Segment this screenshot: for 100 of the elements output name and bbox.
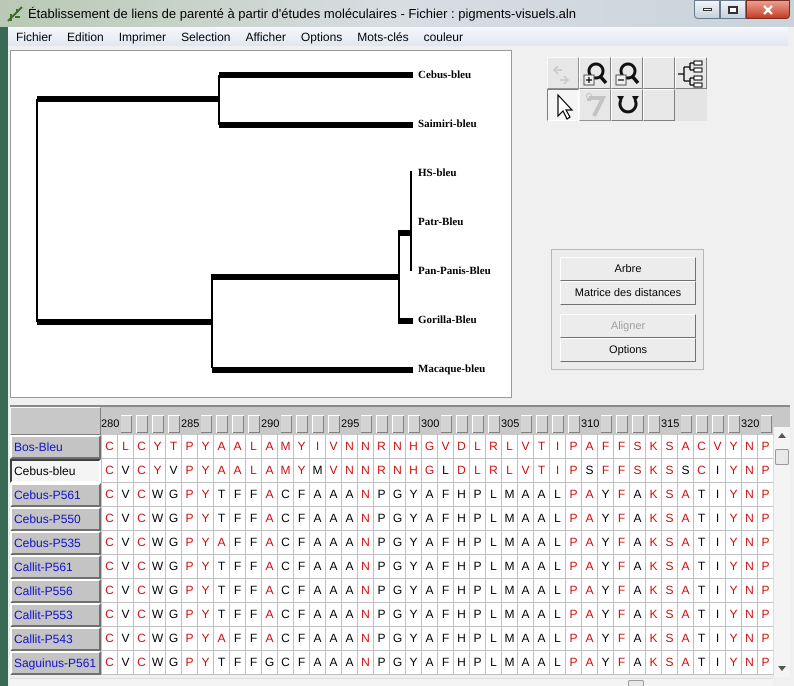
sequence-name[interactable]: Callit-P561 (10, 555, 101, 579)
residue-cell: P (565, 627, 581, 651)
vertical-scrollbar[interactable] (773, 427, 790, 677)
tree-leaf-label: Saimiri-bleu (418, 117, 477, 131)
residue-cell: L (485, 603, 501, 627)
residue-cell: Y (197, 603, 213, 627)
residue-cell: L (469, 435, 485, 459)
menu-item[interactable]: Selection (181, 28, 230, 46)
sequence-name[interactable]: Cebus-P561 (10, 483, 101, 507)
residue-cell: S (677, 459, 693, 483)
menu-item[interactable]: Edition (67, 28, 104, 46)
residue-cell: S (661, 531, 677, 555)
residue-cell: P (565, 603, 581, 627)
residue-cell: A (533, 603, 549, 627)
residue-cell: P (757, 627, 773, 651)
residue-cell: F (437, 507, 453, 531)
residue-cell: N (741, 435, 757, 459)
residue-cell: V (117, 507, 133, 531)
residue-cell: M (277, 435, 293, 459)
menu-item[interactable]: Fichier (16, 28, 52, 46)
residue-cell: V (517, 459, 533, 483)
sequence-name[interactable]: Saguinus-P561 (10, 651, 101, 675)
menu-item[interactable]: Imprimer (118, 28, 166, 46)
sequence-name[interactable]: Callit-P556 (10, 579, 101, 603)
residue-cell: A (325, 603, 341, 627)
residue-cell: Y (197, 483, 213, 507)
residue-cell: Y (597, 507, 613, 531)
residue-cell: A (629, 531, 645, 555)
residue-cell: C (277, 483, 293, 507)
residue-cell: P (469, 507, 485, 531)
residue-cell: P (181, 531, 197, 555)
horizontal-scrollbar[interactable] (10, 678, 773, 686)
tool-button[interactable] (547, 89, 579, 121)
tree-leaf-label: HS-bleu (418, 166, 457, 180)
residue-cell: N (357, 531, 373, 555)
residue-cell: L (549, 531, 565, 555)
residue-cell: C (277, 627, 293, 651)
action-button[interactable]: Arbre (560, 257, 696, 281)
residue-cell: N (357, 435, 373, 459)
residue-cell: P (757, 579, 773, 603)
residue-cell: P (565, 435, 581, 459)
residue-cell: A (341, 555, 357, 579)
residue-cell: N (357, 483, 373, 507)
residue-cell: Y (405, 651, 421, 675)
residue-cell: C (133, 531, 149, 555)
residue-cell: L (245, 435, 261, 459)
residue-cell: N (741, 459, 757, 483)
sequence-name[interactable]: Callit-P553 (10, 603, 101, 627)
residue-cell: N (741, 531, 757, 555)
residue-cell: A (581, 483, 597, 507)
residue-cell: N (341, 459, 357, 483)
residue-cell: M (501, 483, 517, 507)
menu-item[interactable]: Afficher (245, 28, 286, 46)
residue-cell: L (549, 603, 565, 627)
residue-cell: M (501, 603, 517, 627)
residue-cell: A (213, 435, 229, 459)
sequence-name[interactable]: Cebus-P550 (10, 507, 101, 531)
menu-item[interactable]: couleur (424, 28, 463, 46)
residue-cell: W (149, 531, 165, 555)
scroll-down-icon[interactable] (778, 666, 786, 671)
sequence-name[interactable]: Bos-Bleu (10, 435, 101, 459)
close-button[interactable] (746, 0, 790, 19)
menu-item[interactable]: Mots-clés (357, 28, 409, 46)
residue-cell: T (693, 627, 709, 651)
residue-cell: A (309, 603, 325, 627)
residue-cell: Y (725, 555, 741, 579)
action-button[interactable]: Matrice des distances (560, 281, 696, 305)
residue-cell: A (309, 651, 325, 675)
residue-cell: P (565, 483, 581, 507)
residue-cell: V (709, 435, 725, 459)
sequence-name[interactable]: Cebus-bleu (10, 459, 101, 483)
residue-cell: P (469, 555, 485, 579)
residue-cell: L (469, 459, 485, 483)
action-button[interactable]: Options (560, 338, 696, 362)
residue-cell: A (677, 555, 693, 579)
residue-cell: A (533, 531, 549, 555)
menu-item[interactable]: Options (300, 28, 342, 46)
maximize-button[interactable] (720, 0, 746, 19)
residue-cell: Y (725, 603, 741, 627)
residue-cell: F (613, 555, 629, 579)
minimize-button[interactable] (694, 0, 720, 19)
sequence-name[interactable]: Callit-P543 (10, 627, 101, 651)
residue-cell: P (757, 603, 773, 627)
residue-cell: K (645, 459, 661, 483)
residue-cell: L (549, 555, 565, 579)
residue-cell: P (469, 651, 485, 675)
residue-cell: T (693, 507, 709, 531)
residue-cell: V (325, 435, 341, 459)
residue-cell: Y (405, 483, 421, 507)
residue-cell: C (133, 507, 149, 531)
residue-cell: L (549, 651, 565, 675)
residue-cell: T (165, 435, 181, 459)
scroll-thumb[interactable] (775, 449, 789, 465)
sequence-name[interactable]: Cebus-P535 (10, 531, 101, 555)
residue-cell: A (341, 627, 357, 651)
scroll-up-icon[interactable] (778, 433, 786, 438)
residue-cell: F (437, 651, 453, 675)
residue-cell: Y (725, 459, 741, 483)
residue-cell: T (693, 651, 709, 675)
residue-cell: F (613, 435, 629, 459)
